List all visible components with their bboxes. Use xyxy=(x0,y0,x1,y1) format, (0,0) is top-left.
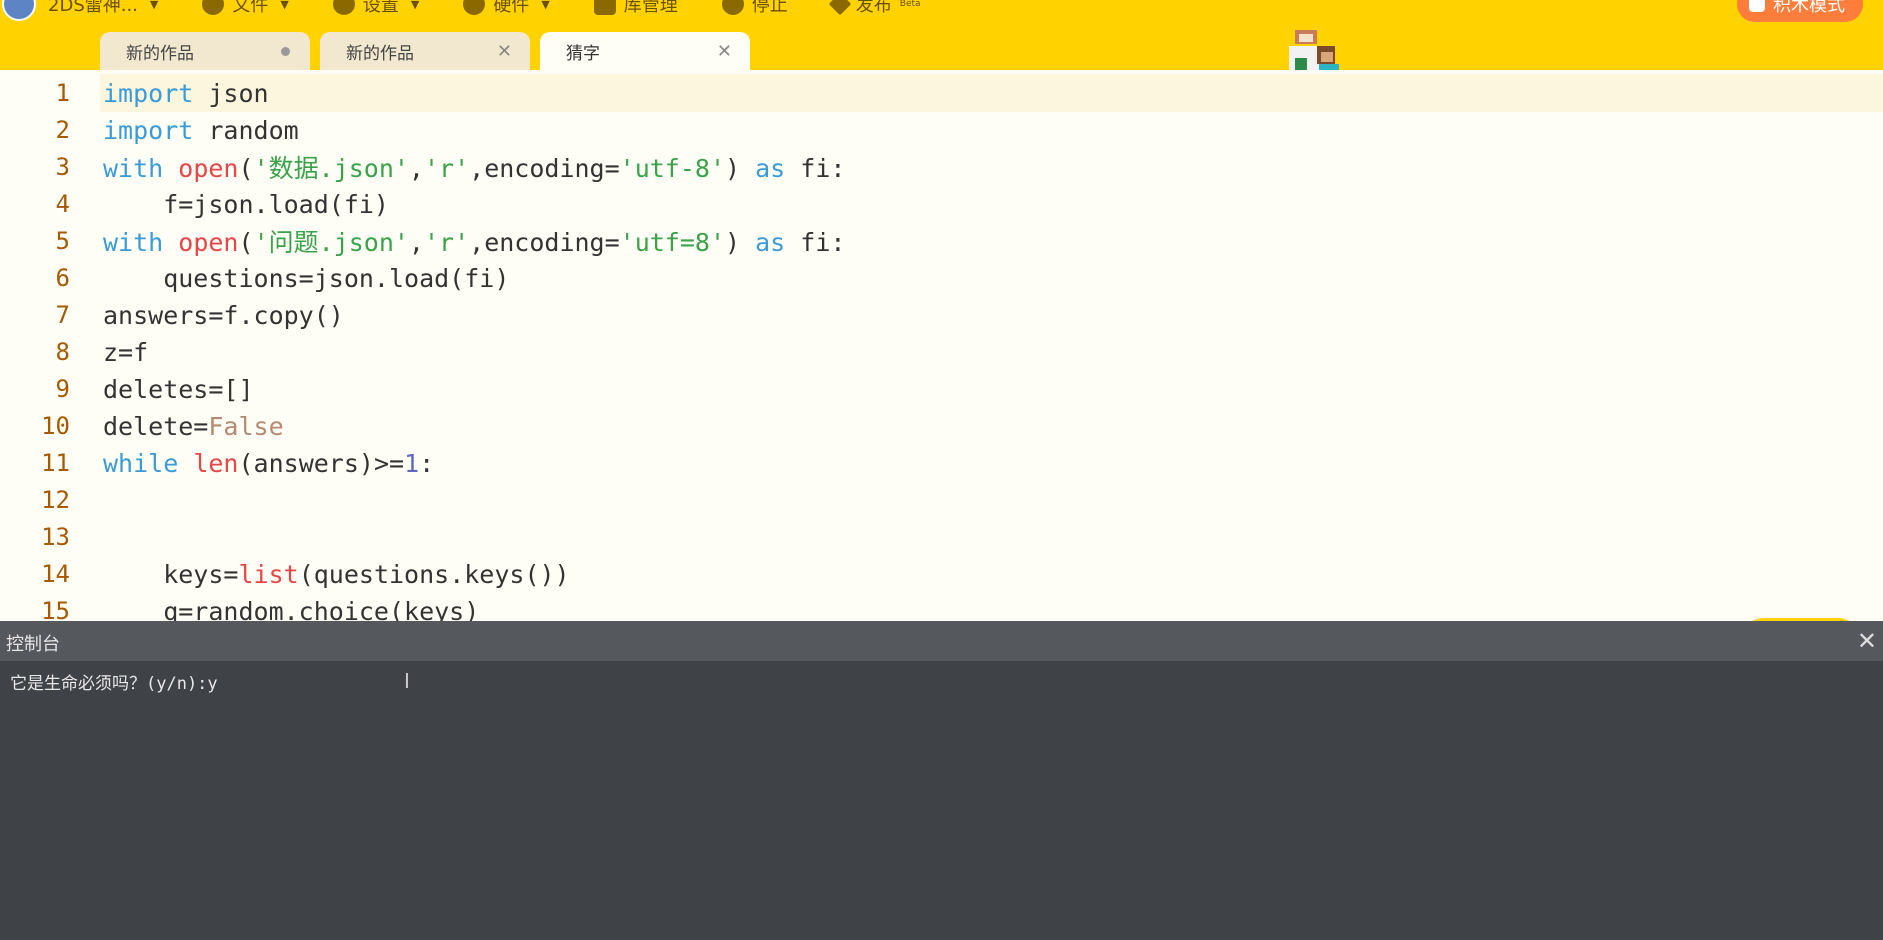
menu-hardware-label: 硬件 xyxy=(493,0,530,16)
block-mode-button[interactable]: 积木模式 xyxy=(1737,0,1863,22)
code-text: f=json.load(fi) xyxy=(103,189,389,219)
menu-file[interactable]: 文件 ▼ xyxy=(202,0,289,17)
tab-label: 猜字 xyxy=(566,43,600,64)
close-icon[interactable]: ✕ xyxy=(497,41,512,62)
line-number: 6 xyxy=(55,264,70,292)
code-line: 4 f=json.load(fi) xyxy=(0,185,1883,223)
user-menu[interactable]: 2DS雷神... ▼ xyxy=(48,0,158,17)
code-line: 8 z=f xyxy=(0,333,1883,371)
code-line: 5 with open('问题.json','r',encoding='utf=8… xyxy=(0,222,1883,260)
folder-icon xyxy=(202,0,225,15)
line-number: 8 xyxy=(55,338,70,366)
code-editor[interactable]: 1 import json 2 import random 3 with open('… xyxy=(0,70,1883,621)
line-number: 10 xyxy=(41,412,70,440)
tab-label: 新的作品 xyxy=(126,43,194,64)
code-text: deletes=[] xyxy=(103,374,254,404)
line-number: 2 xyxy=(55,116,70,144)
menu-settings[interactable]: 设置 ▼ xyxy=(332,0,420,17)
menu-publish[interactable]: 发布 Beta xyxy=(828,0,921,17)
chevron-down-icon: ▼ xyxy=(410,0,420,11)
code-line: 3 with open('数据.json','r',encoding='utf-8… xyxy=(0,148,1883,186)
menu-settings-label: 设置 xyxy=(362,0,399,16)
code-text: import random xyxy=(103,115,299,145)
menu-stop[interactable]: 停止 xyxy=(721,0,788,17)
line-number: 11 xyxy=(41,449,70,477)
line-number: 1 xyxy=(55,79,70,107)
line-number: 13 xyxy=(41,523,70,551)
stop-icon xyxy=(721,0,744,15)
tab-file-2[interactable]: 新的作品 ✕ xyxy=(320,32,530,70)
unsaved-dot-icon xyxy=(281,47,290,56)
tab-file-1[interactable]: 新的作品 xyxy=(100,32,310,70)
code-text: with open('数据.json','r',encoding='utf-8'… xyxy=(103,154,846,183)
code-text: while len(answers)>=1: xyxy=(103,448,435,478)
menu-publish-label: 发布 xyxy=(855,0,892,16)
code-line: 14 keys=list(questions.keys()) xyxy=(0,555,1883,593)
code-line: 12 xyxy=(0,481,1883,519)
code-line: 1 import json xyxy=(0,74,1883,112)
code-text: import json xyxy=(103,78,269,108)
user-avatar[interactable] xyxy=(2,0,36,21)
code-text: delete=False xyxy=(103,411,284,441)
close-icon[interactable]: ✕ xyxy=(717,41,732,62)
chevron-down-icon: ▼ xyxy=(541,0,550,11)
console-line: 它是生命必须吗？(y/n):y xyxy=(10,674,218,694)
line-number: 12 xyxy=(41,486,70,514)
line-number: 3 xyxy=(55,153,70,181)
code-line: 10 delete=False xyxy=(0,407,1883,445)
menu-library[interactable]: 库管理 xyxy=(593,0,678,17)
menu-file-label: 文件 xyxy=(232,0,269,16)
hardware-icon xyxy=(463,0,486,15)
tab-label: 新的作品 xyxy=(346,43,414,64)
console-header: 控制台 ✕ xyxy=(0,621,1883,661)
text-cursor-icon: I xyxy=(404,669,410,693)
user-name: 2DS雷神... xyxy=(48,0,138,16)
code-line: 11 while len(answers)>=1: xyxy=(0,444,1883,482)
menu-library-label: 库管理 xyxy=(623,0,678,16)
code-line: 15 q=random.choice(keys) xyxy=(0,592,1883,622)
line-number: 15 xyxy=(41,597,70,621)
code-line: 2 import random xyxy=(0,111,1883,149)
close-icon[interactable]: ✕ xyxy=(1857,627,1877,655)
line-number: 14 xyxy=(41,560,70,588)
menu-hardware[interactable]: 硬件 ▼ xyxy=(463,0,550,17)
line-number: 5 xyxy=(55,227,70,255)
beta-badge: Beta xyxy=(899,0,921,9)
code-line: 13 xyxy=(0,518,1883,556)
console-output[interactable]: 它是生命必须吗？(y/n):y I xyxy=(0,661,1883,940)
line-number: 7 xyxy=(55,301,70,329)
file-tabs: 新的作品 新的作品 ✕ 猜字 ✕ xyxy=(100,32,760,70)
code-text: questions=json.load(fi) xyxy=(103,263,510,293)
chevron-down-icon: ▼ xyxy=(149,0,159,11)
code-text: answers=f.copy() xyxy=(103,300,344,330)
publish-icon xyxy=(828,0,852,16)
menu-stop-label: 停止 xyxy=(751,0,788,16)
blocks-icon xyxy=(1749,0,1765,12)
code-text: z=f xyxy=(103,337,149,367)
code-text: q=random.choice(keys) xyxy=(103,596,480,622)
code-line: 6 questions=json.load(fi) xyxy=(0,259,1883,297)
code-text: with open('问题.json','r',encoding='utf=8'… xyxy=(103,228,846,257)
chevron-down-icon: ▼ xyxy=(280,0,289,11)
line-number: 4 xyxy=(55,190,70,218)
library-icon xyxy=(593,0,616,15)
top-toolbar: 2DS雷神... ▼ 文件 ▼ 设置 ▼ 硬件 ▼ 库管理 停止 发布 Beta… xyxy=(0,0,1883,70)
code-line: 7 answers=f.copy() xyxy=(0,296,1883,334)
line-number: 9 xyxy=(55,375,70,403)
code-line: 9 deletes=[] xyxy=(0,370,1883,408)
tab-file-3[interactable]: 猜字 ✕ xyxy=(540,32,750,70)
code-text: keys=list(questions.keys()) xyxy=(103,559,570,589)
menu-bar: 2DS雷神... ▼ 文件 ▼ 设置 ▼ 硬件 ▼ 库管理 停止 发布 Beta xyxy=(0,0,1883,21)
gear-icon xyxy=(332,0,355,15)
block-mode-label: 积木模式 xyxy=(1773,0,1845,16)
console-title: 控制台 xyxy=(6,634,60,655)
